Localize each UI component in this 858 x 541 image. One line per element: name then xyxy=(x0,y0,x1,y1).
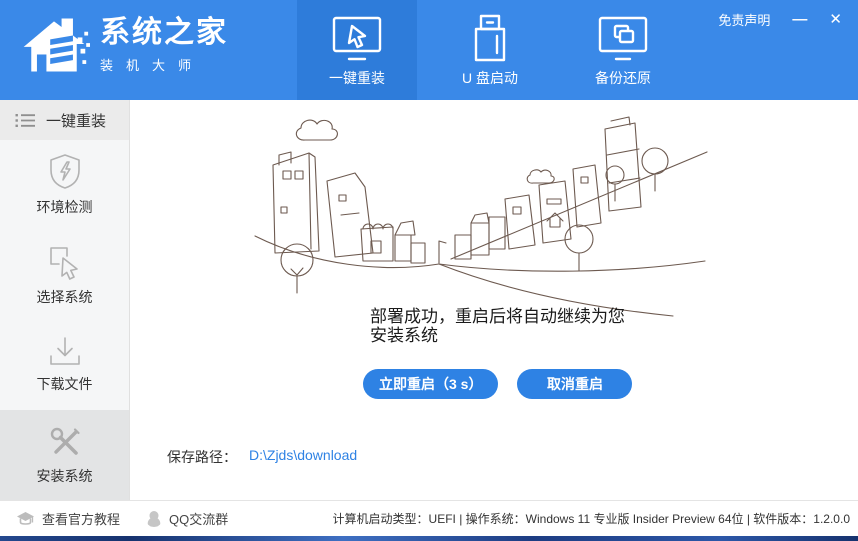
status-bar: 查看官方教程 QQ交流群 计算机启动类型：UEFI | 操作系统：Windows… xyxy=(0,500,858,536)
graduation-cap-icon xyxy=(16,511,35,527)
tab-label: U 盘启动 xyxy=(462,68,518,88)
sidebar-step-env-check: 环境检测 xyxy=(0,140,129,230)
city-illustration xyxy=(243,103,715,317)
window-controls: 免责声明 — ✕ xyxy=(718,10,842,29)
tools-icon xyxy=(48,425,82,459)
step-label: 安装系统 xyxy=(37,466,93,486)
shield-bolt-icon xyxy=(48,153,82,190)
logo-subtitle: 装机大师 xyxy=(100,55,228,74)
tab-backup-restore[interactable]: 备份还原 xyxy=(563,0,683,100)
step-label: 环境检测 xyxy=(37,197,93,217)
save-path-link[interactable]: D:\Zjds\download xyxy=(249,447,357,467)
qq-penguin-icon xyxy=(146,510,162,528)
logo-title: 系统之家 xyxy=(100,17,228,49)
tab-label: 一键重装 xyxy=(329,68,385,88)
sidebar-step-select-system: 选择系统 xyxy=(0,230,129,320)
sidebar: 一键重装 环境检测 选择系统 下载文件 安装系统 xyxy=(0,100,130,500)
usb-drive-icon xyxy=(468,13,512,65)
sidebar-header: 一键重装 xyxy=(0,100,129,140)
minimize-button[interactable]: — xyxy=(792,11,807,29)
sidebar-step-download-file: 下载文件 xyxy=(0,320,129,410)
qq-group-label: QQ交流群 xyxy=(169,509,228,528)
save-path-label: 保存路径： xyxy=(167,447,237,467)
cancel-restart-button[interactable]: 取消重启 xyxy=(517,369,632,399)
restart-now-button[interactable]: 立即重启（3 s） xyxy=(363,369,498,399)
close-button[interactable]: ✕ xyxy=(829,11,842,29)
monitor-cursor-icon xyxy=(330,13,384,65)
sidebar-step-install-system: 安装系统 xyxy=(0,410,129,500)
backup-restore-icon xyxy=(596,13,650,65)
download-icon xyxy=(48,336,82,367)
list-icon xyxy=(15,113,35,128)
main-content: 部署成功，重启后将自动继续为您安装系统 立即重启（3 s） 取消重启 保存路径：… xyxy=(131,100,858,500)
official-tutorial-label: 查看官方教程 xyxy=(42,509,120,528)
disclaimer-link[interactable]: 免责声明 xyxy=(718,10,770,29)
app-header: 系统之家 装机大师 一键重装 U 盘启动 xyxy=(0,0,858,100)
deploy-success-message: 部署成功，重启后将自动继续为您安装系统 xyxy=(370,307,632,345)
step-label: 选择系统 xyxy=(37,287,93,307)
tab-onekey-reinstall[interactable]: 一键重装 xyxy=(297,0,417,100)
desktop-wallpaper-strip xyxy=(0,536,858,541)
save-path-row: 保存路径： D:\Zjds\download xyxy=(167,447,357,467)
app-logo: 系统之家 装机大师 xyxy=(18,12,228,78)
system-info: 计算机启动类型：UEFI | 操作系统：Windows 11 专业版 Insid… xyxy=(333,510,850,527)
cursor-select-icon xyxy=(47,244,83,280)
step-label: 下载文件 xyxy=(37,374,93,394)
qq-group-link[interactable]: QQ交流群 xyxy=(146,509,228,528)
sidebar-header-label: 一键重装 xyxy=(46,110,106,131)
house-logo-icon xyxy=(18,12,90,78)
tab-label: 备份还原 xyxy=(595,68,651,88)
official-tutorial-link[interactable]: 查看官方教程 xyxy=(16,509,120,528)
restart-buttons: 立即重启（3 s） 取消重启 xyxy=(363,369,632,399)
tab-usb-boot[interactable]: U 盘启动 xyxy=(430,0,550,100)
logo-text: 系统之家 装机大师 xyxy=(100,17,228,74)
